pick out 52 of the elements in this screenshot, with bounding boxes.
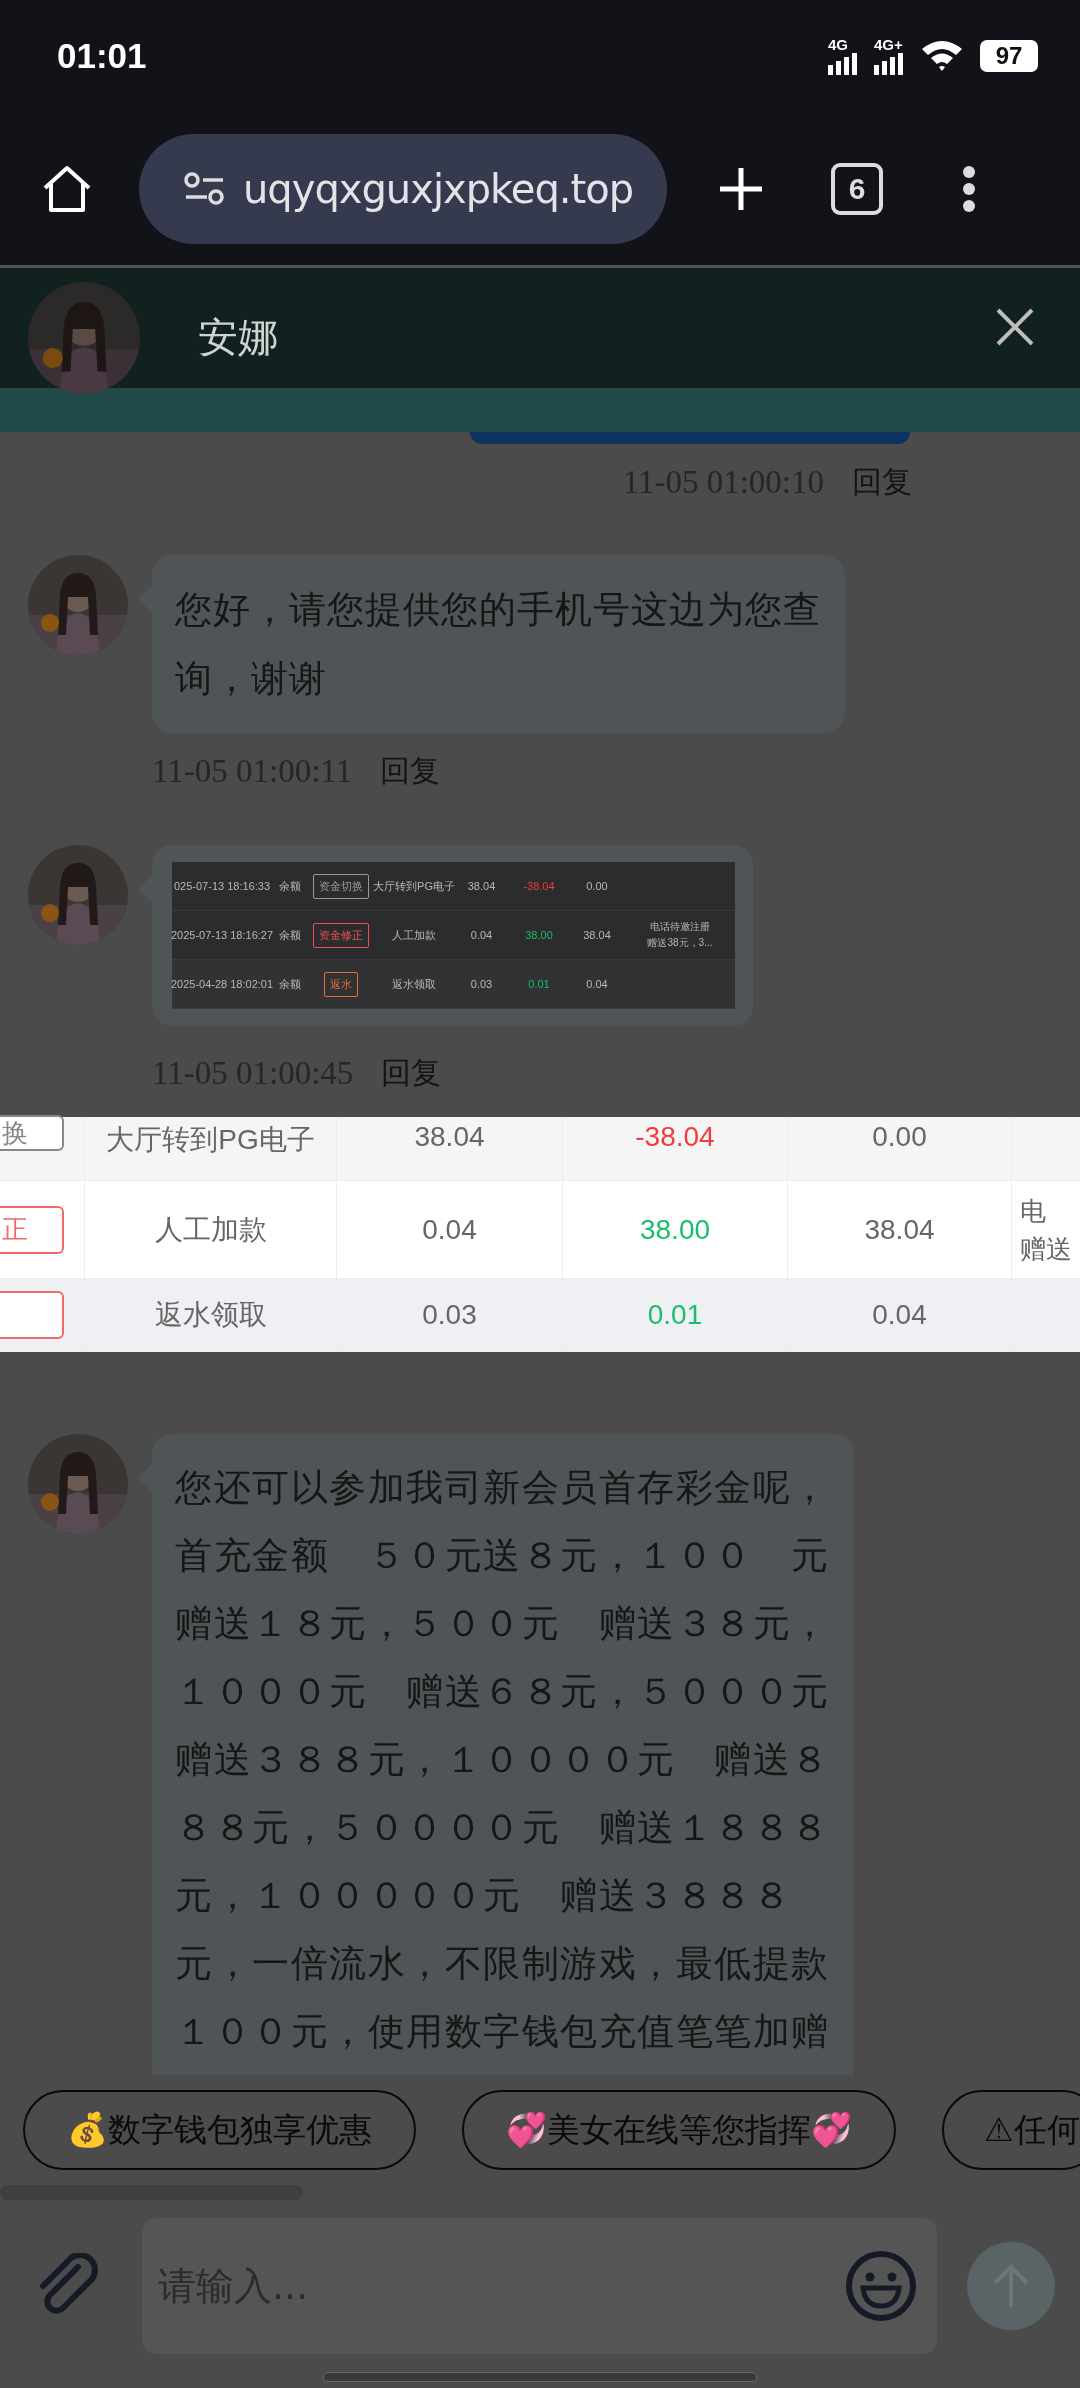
contact-name: 安娜 [198, 312, 278, 362]
table-cell-text: 余额 [278, 878, 302, 894]
table-cell-text: 返水领取 [391, 976, 437, 992]
table-cell-text: 人工加款 [391, 927, 437, 943]
table-cell-text: 0.04 [585, 978, 609, 990]
tag: 换 [0, 1115, 64, 1151]
table-cell: 0.04 [422, 1213, 477, 1246]
tag: 资金切换 [313, 873, 369, 899]
status-time: 01:01 [57, 36, 147, 76]
table-cell-text: 电话待邀注册 赠送38元，3... [647, 920, 713, 950]
table-cell-text: 38.00 [524, 929, 554, 941]
table-cell-text: 人工加款 [154, 1212, 267, 1247]
table-cell: 0.01 [647, 1299, 703, 1331]
address-bar[interactable]: uqyqxguxjxpkeq.top [139, 133, 667, 244]
table-cell-text: 0.04 [469, 929, 494, 941]
tab-switcher-button[interactable]: 6 [831, 162, 883, 215]
wifi-icon [920, 39, 964, 73]
table-cell-text: -38.04 [522, 880, 556, 892]
table-cell: 38.04 [414, 1121, 485, 1153]
table-cell-text: 返水领取 [154, 1298, 267, 1332]
tag: 返水 [324, 971, 358, 997]
battery-icon: 97 [980, 40, 1038, 72]
table-cell-text: 0.00 [585, 880, 609, 892]
close-icon[interactable] [995, 307, 1035, 347]
message-text: 您好，请您提供您的手机号这边为您查 询，谢谢 [175, 587, 821, 702]
table-cell-text: 025-07-13 18:16:33 [173, 880, 271, 892]
quick-reply-chip[interactable]: 💰数字钱包独享优惠 [23, 2090, 416, 2170]
table-cell: 2025-04-28 18:02:01 [172, 978, 272, 990]
table-cell: 0.00 [872, 1121, 927, 1153]
table-cell: 38.00 [639, 1213, 711, 1246]
table-cell: 38.04 [864, 1213, 935, 1246]
table-cell-text: 大厅转到PG电子 [106, 1123, 315, 1157]
menu-icon[interactable] [962, 164, 976, 213]
quick-reply-chip[interactable]: 💞美女在线等您指挥💞 [462, 2090, 896, 2170]
quick-reply-chip[interactable]: ⚠任何 [942, 2090, 1080, 2170]
table-cell-text: 余额 [278, 927, 302, 943]
table-cell-text: 0.03 [469, 978, 494, 990]
table-cell-text: 0.01 [527, 978, 551, 990]
table-cell: 大厅转到PG电子 [374, 878, 454, 894]
table-cell: 2025-07-13 18:16:27 [172, 929, 272, 941]
table-cell: 0.03 [422, 1299, 477, 1331]
table-screenshot[interactable]: 025-07-13 18:16:33 余额 资金切换 大厅转到PG电子 38.04 -38.04 0.00 2025-07-13 18:16:27 余额 资金修正 人工加款 0.04 38.00 38.04 电话待邀注册 赠送38元，3... 2025-04-28 18:02:01 余额 返水 返水领取 0.03 0.01 0.04 [172, 862, 735, 1009]
message-text: 您还可以参加我司新会员首存彩金呢， 首充金额 ５０元送８元，１００ 元 赠送１８元，５００元 赠送３８元， １０００元 赠送６８元，５０００元 赠送３８８元，１００００元 赠送８ ８８元，５００００元 赠送１８８８ 元，１０００００元 赠送３８８８ 元，一倍流水，不限制游戏，最低提款 １００元，使用数字钱包充值笔笔加赠 [175, 1465, 830, 2055]
table-cell-text: 余额 [278, 976, 302, 992]
table-cell: -38.04 [635, 1121, 715, 1153]
tag: 资金修正 [313, 922, 369, 948]
table-cell-text: 38.04 [466, 880, 497, 892]
site-settings-icon[interactable] [183, 170, 227, 207]
table-cell-text: 电 赠送 [1020, 1194, 1072, 1266]
table-cell-text: 38.04 [582, 929, 612, 941]
tag: 正 [0, 1205, 64, 1254]
table-cell: 0.04 [872, 1299, 927, 1331]
